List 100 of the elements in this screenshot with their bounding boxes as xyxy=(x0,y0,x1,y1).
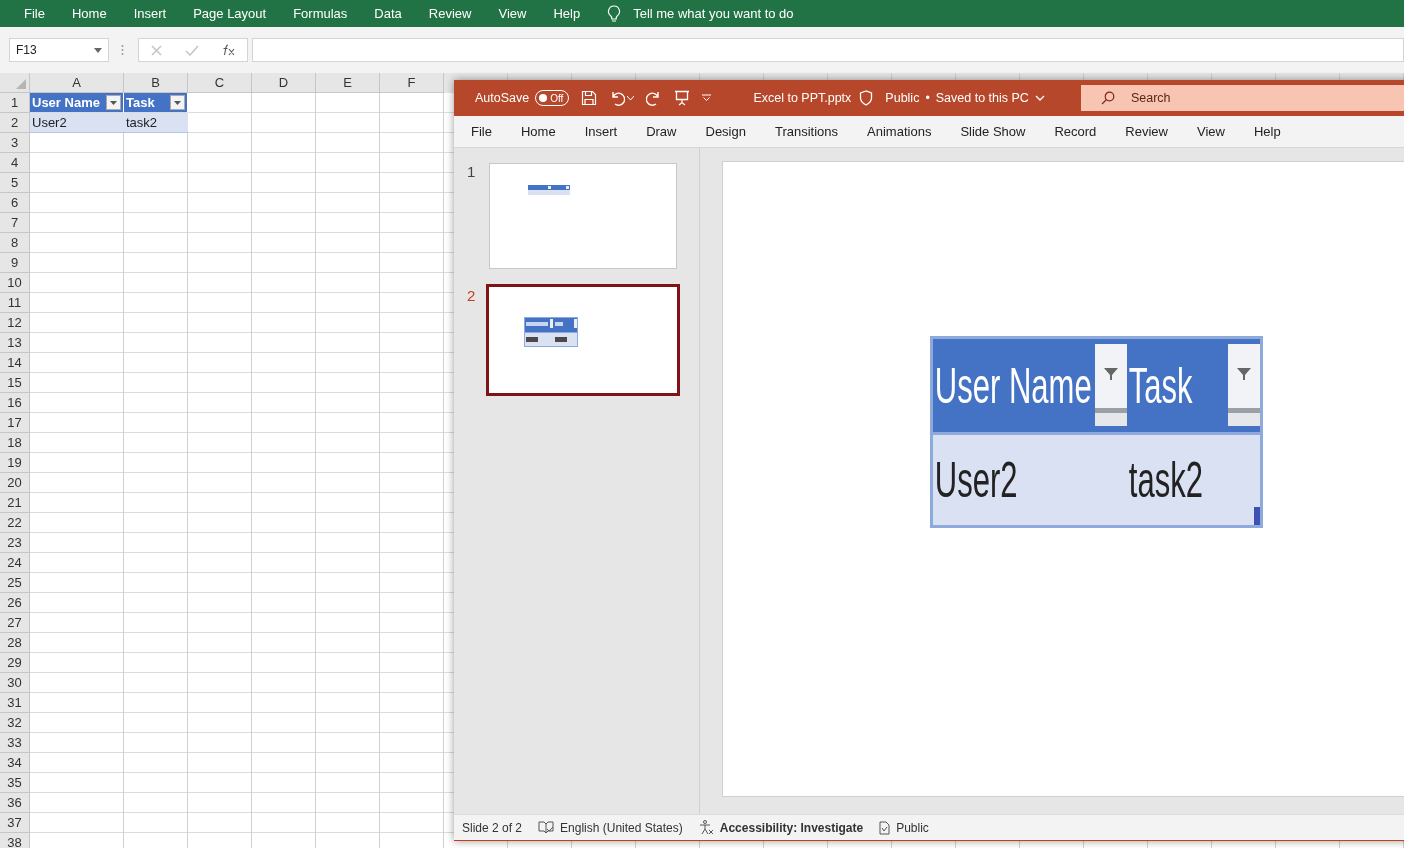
table-cell: task2 xyxy=(124,113,188,133)
row-header[interactable]: 23 xyxy=(0,533,30,553)
slide-number: 2 xyxy=(466,287,477,306)
search-field[interactable]: Search xyxy=(1080,85,1404,111)
menu-tab[interactable]: View xyxy=(498,6,527,21)
ribbon-tab[interactable]: File xyxy=(471,124,492,139)
row-header[interactable]: 38 xyxy=(0,833,30,848)
formula-input[interactable] xyxy=(252,38,1404,62)
column-header[interactable]: E xyxy=(316,73,380,93)
sensitivity-status[interactable]: Public xyxy=(896,820,929,835)
row-header[interactable]: 8 xyxy=(0,233,30,253)
ribbon-tab[interactable]: Help xyxy=(1253,124,1281,139)
function-icon[interactable] xyxy=(221,44,236,56)
row-header[interactable]: 27 xyxy=(0,613,30,633)
menu-tab[interactable]: Help xyxy=(553,6,581,21)
resize-handle xyxy=(1254,507,1260,525)
autosave-label: AutoSave xyxy=(475,91,530,105)
row-header[interactable]: 4 xyxy=(0,153,30,173)
table-cell-text: task2 xyxy=(1127,451,1203,510)
menu-tab[interactable]: File xyxy=(24,6,45,21)
ribbon-tab[interactable]: Draw xyxy=(646,124,677,139)
row-header[interactable]: 31 xyxy=(0,693,30,713)
row-header[interactable]: 13 xyxy=(0,333,30,353)
ribbon-tab[interactable]: Slide Show xyxy=(960,124,1026,139)
row-header[interactable]: 17 xyxy=(0,413,30,433)
filter-button[interactable] xyxy=(106,95,121,110)
ribbon-tab[interactable]: Animations xyxy=(867,124,932,139)
lightbulb-icon xyxy=(607,4,622,23)
caret-icon[interactable] xyxy=(627,96,635,100)
tell-me-search[interactable]: Tell me what you want to do xyxy=(633,6,794,21)
row-header[interactable]: 12 xyxy=(0,313,30,333)
row-header[interactable]: 11 xyxy=(0,293,30,313)
menu-tab[interactable]: Insert xyxy=(133,6,167,21)
row-header[interactable]: 37 xyxy=(0,813,30,833)
menu-tab[interactable]: Page Layout xyxy=(193,6,267,21)
book-check-icon[interactable] xyxy=(538,820,555,835)
save-icon[interactable] xyxy=(581,90,598,106)
accessibility-status[interactable]: Accessibility: Investigate xyxy=(719,820,864,835)
caret-icon xyxy=(110,100,117,105)
ribbon-tab[interactable]: View xyxy=(1197,124,1225,139)
customize-icon[interactable] xyxy=(702,94,712,102)
name-box[interactable]: F13 xyxy=(9,38,109,62)
row-header[interactable]: 32 xyxy=(0,713,30,733)
row-header[interactable]: 20 xyxy=(0,473,30,493)
ribbon-tab[interactable]: Home xyxy=(520,124,556,139)
row-header[interactable]: 28 xyxy=(0,633,30,653)
row-header[interactable]: 9 xyxy=(0,253,30,273)
chevron-icon[interactable] xyxy=(1034,95,1045,101)
column-header[interactable]: B xyxy=(124,73,188,93)
column-header[interactable]: C xyxy=(188,73,252,93)
row-header[interactable]: 19 xyxy=(0,453,30,473)
row-header[interactable]: 29 xyxy=(0,653,30,673)
save-status[interactable]: Saved to this PC xyxy=(935,91,1029,105)
row-header[interactable]: 3 xyxy=(0,133,30,153)
menu-tab[interactable]: Data xyxy=(374,6,402,21)
slide-table[interactable]: User Name Task User2 task2 xyxy=(930,336,1263,528)
row-header[interactable]: 2 xyxy=(0,113,30,133)
ribbon-tab[interactable]: Record xyxy=(1054,124,1097,139)
row-header[interactable]: 30 xyxy=(0,673,30,693)
presentation-icon[interactable] xyxy=(674,90,691,106)
row-header[interactable]: 35 xyxy=(0,773,30,793)
search-icon xyxy=(1100,91,1115,105)
row-header[interactable]: 10 xyxy=(0,273,30,293)
row-header[interactable]: 36 xyxy=(0,793,30,813)
undo-icon[interactable] xyxy=(609,90,626,106)
grip-icon xyxy=(121,44,124,56)
language-label[interactable]: English (United States) xyxy=(560,820,683,835)
row-header[interactable]: 14 xyxy=(0,353,30,373)
row-header[interactable]: 5 xyxy=(0,173,30,193)
row-header[interactable]: 21 xyxy=(0,493,30,513)
ribbon-tab[interactable]: Review xyxy=(1125,124,1168,139)
row-header[interactable]: 16 xyxy=(0,393,30,413)
menu-tab[interactable]: Formulas xyxy=(293,6,348,21)
row-header[interactable]: 24 xyxy=(0,553,30,573)
column-header[interactable]: F xyxy=(380,73,444,93)
document-icon[interactable] xyxy=(879,820,891,835)
row-header[interactable]: 18 xyxy=(0,433,30,453)
table-thumbnail-drawing xyxy=(528,185,570,195)
row-header[interactable]: 34 xyxy=(0,753,30,773)
column-header[interactable]: D xyxy=(252,73,316,93)
ribbon-tab[interactable]: Transitions xyxy=(774,124,839,139)
row-header[interactable]: 33 xyxy=(0,733,30,753)
ribbon-tab[interactable]: Insert xyxy=(584,124,618,139)
row-header[interactable]: 25 xyxy=(0,573,30,593)
slide-thumbnail[interactable] xyxy=(486,284,680,396)
ribbon-tab[interactable]: Design xyxy=(705,124,746,139)
column-header[interactable]: A xyxy=(30,73,124,93)
sensitivity-label[interactable]: Public xyxy=(885,91,920,105)
row-header[interactable]: 22 xyxy=(0,513,30,533)
menu-tab[interactable]: Home xyxy=(71,6,107,21)
menu-tab[interactable]: Review xyxy=(428,6,472,21)
row-header[interactable]: 15 xyxy=(0,373,30,393)
funnel-icon xyxy=(1104,368,1118,380)
row-header[interactable]: 26 xyxy=(0,593,30,613)
row-header[interactable]: 6 xyxy=(0,193,30,213)
row-header[interactable]: 7 xyxy=(0,213,30,233)
check-icon[interactable] xyxy=(184,44,199,56)
row-header[interactable]: 1 xyxy=(0,93,30,113)
accessibility-icon[interactable] xyxy=(698,820,714,835)
filter-button[interactable] xyxy=(170,95,185,110)
